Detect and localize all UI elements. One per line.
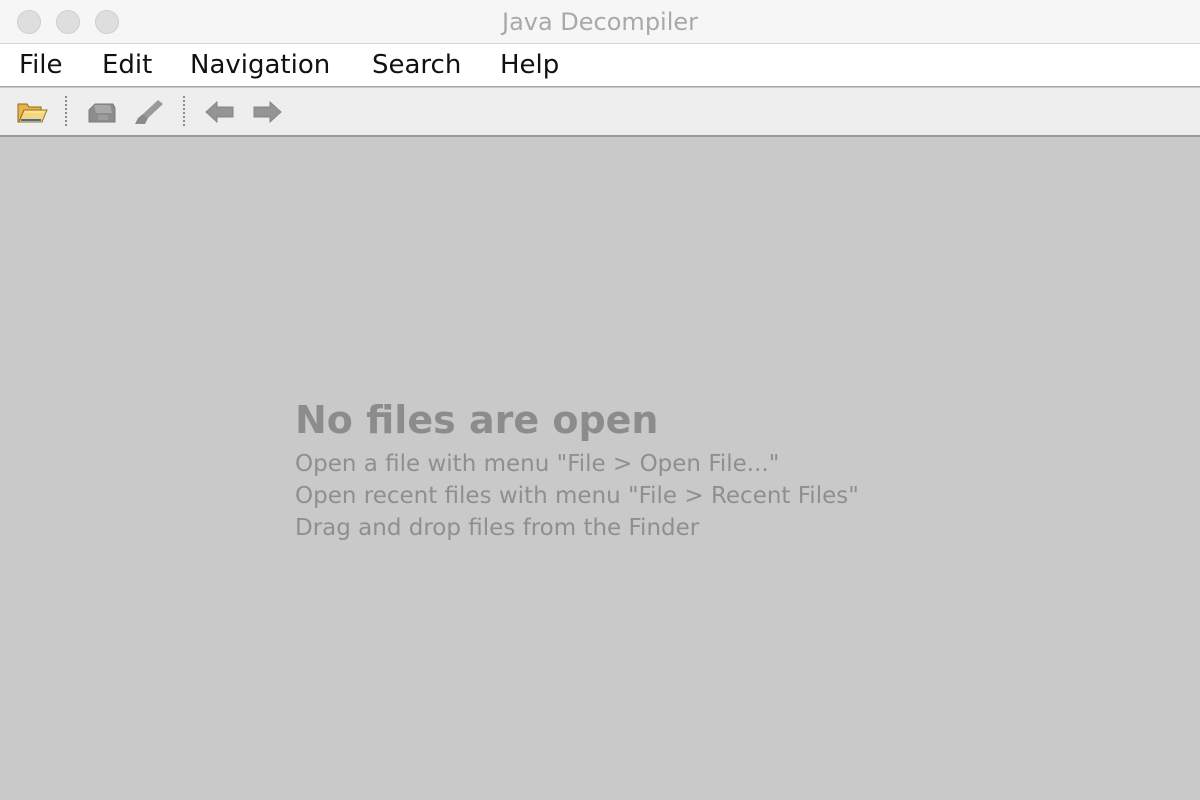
menu-bar: File Edit Navigation Search Help — [0, 44, 1200, 87]
toolbar-separator — [65, 96, 67, 128]
empty-state-hint: Open recent files with menu "File > Rece… — [295, 483, 859, 509]
clear-button[interactable] — [132, 96, 166, 128]
empty-state: No files are open Open a file with menu … — [295, 396, 859, 544]
menu-edit[interactable]: Edit — [102, 50, 152, 80]
clear-icon — [135, 100, 163, 124]
menu-search[interactable]: Search — [372, 50, 461, 80]
back-arrow-icon — [205, 100, 234, 124]
toolbar — [0, 88, 1200, 137]
back-button[interactable] — [203, 96, 237, 128]
app-window: Java Decompiler File Edit Navigation Sea… — [0, 0, 1200, 800]
toolbar-separator — [183, 96, 185, 128]
forward-button[interactable] — [250, 96, 284, 128]
menu-file[interactable]: File — [19, 50, 63, 80]
open-file-button[interactable] — [15, 96, 49, 128]
save-icon — [88, 103, 116, 123]
save-button[interactable] — [84, 96, 118, 128]
open-folder-icon — [17, 103, 48, 123]
empty-state-hint: Open a file with menu "File > Open File.… — [295, 451, 780, 477]
title-bar[interactable]: Java Decompiler — [0, 0, 1200, 44]
menu-navigation[interactable]: Navigation — [190, 50, 330, 80]
window-title: Java Decompiler — [501, 8, 699, 36]
forward-arrow-icon — [253, 100, 282, 124]
empty-state-hint: Drag and drop files from the Finder — [295, 515, 700, 541]
empty-state-title: No files are open — [295, 398, 659, 442]
menu-help[interactable]: Help — [500, 50, 559, 80]
main-content-area[interactable]: No files are open Open a file with menu … — [0, 138, 1200, 800]
